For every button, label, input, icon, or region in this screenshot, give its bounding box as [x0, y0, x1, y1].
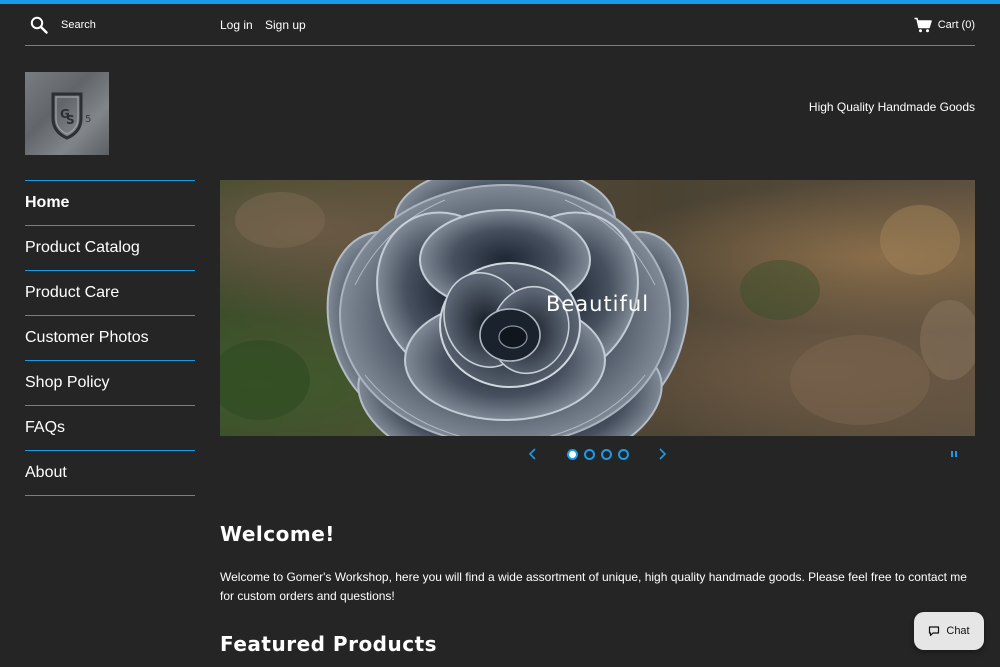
- slide-dots: [567, 449, 629, 460]
- featured-products-heading: Featured Products: [220, 632, 438, 656]
- slideshow-controls: [220, 444, 975, 464]
- signup-link[interactable]: Sign up: [265, 18, 306, 32]
- chat-label: Chat: [946, 625, 970, 637]
- cart-label: Cart (0): [937, 19, 975, 31]
- hero-slideshow[interactable]: Beautiful: [220, 180, 975, 436]
- sidebar-item-about[interactable]: About: [25, 451, 195, 496]
- shop-tagline: High Quality Handmade Goods: [808, 100, 975, 114]
- shop-logo[interactable]: G S 5: [25, 72, 109, 155]
- slide-dot-3[interactable]: [601, 449, 612, 460]
- sidebar-item-customer-photos[interactable]: Customer Photos: [25, 316, 195, 361]
- chevron-right-icon[interactable]: [654, 446, 670, 462]
- cart-icon: [914, 17, 932, 33]
- slide-caption: Beautiful: [545, 292, 650, 316]
- slide-dot-1[interactable]: [567, 449, 578, 460]
- sidebar-item-faqs[interactable]: FAQs: [25, 406, 195, 451]
- sidebar-item-home[interactable]: Home: [25, 181, 195, 226]
- slide-dot-2[interactable]: [584, 449, 595, 460]
- site-header: Log in Sign up Cart (0): [25, 4, 975, 46]
- chevron-left-icon[interactable]: [525, 446, 541, 462]
- slide-dot-4[interactable]: [618, 449, 629, 460]
- sidebar-item-product-care[interactable]: Product Care: [25, 271, 195, 316]
- search-icon[interactable]: [30, 16, 48, 34]
- svg-text:S: S: [66, 113, 75, 127]
- chat-bubble-icon: [929, 626, 940, 637]
- sidebar-item-product-catalog[interactable]: Product Catalog: [25, 226, 195, 271]
- cart-link[interactable]: Cart (0): [914, 16, 975, 34]
- chat-button[interactable]: Chat: [914, 612, 984, 650]
- search-input[interactable]: [61, 16, 211, 34]
- sidebar-nav: Home Product Catalog Product Care Custom…: [25, 180, 195, 496]
- welcome-text: Welcome to Gomer's Workshop, here you wi…: [220, 570, 967, 603]
- login-link[interactable]: Log in: [220, 18, 253, 32]
- welcome-heading: Welcome!: [220, 522, 335, 546]
- pause-icon[interactable]: [948, 448, 960, 460]
- shield-logo-icon: G S 5: [25, 72, 109, 155]
- sidebar-item-shop-policy[interactable]: Shop Policy: [25, 361, 195, 406]
- svg-text:5: 5: [85, 114, 91, 125]
